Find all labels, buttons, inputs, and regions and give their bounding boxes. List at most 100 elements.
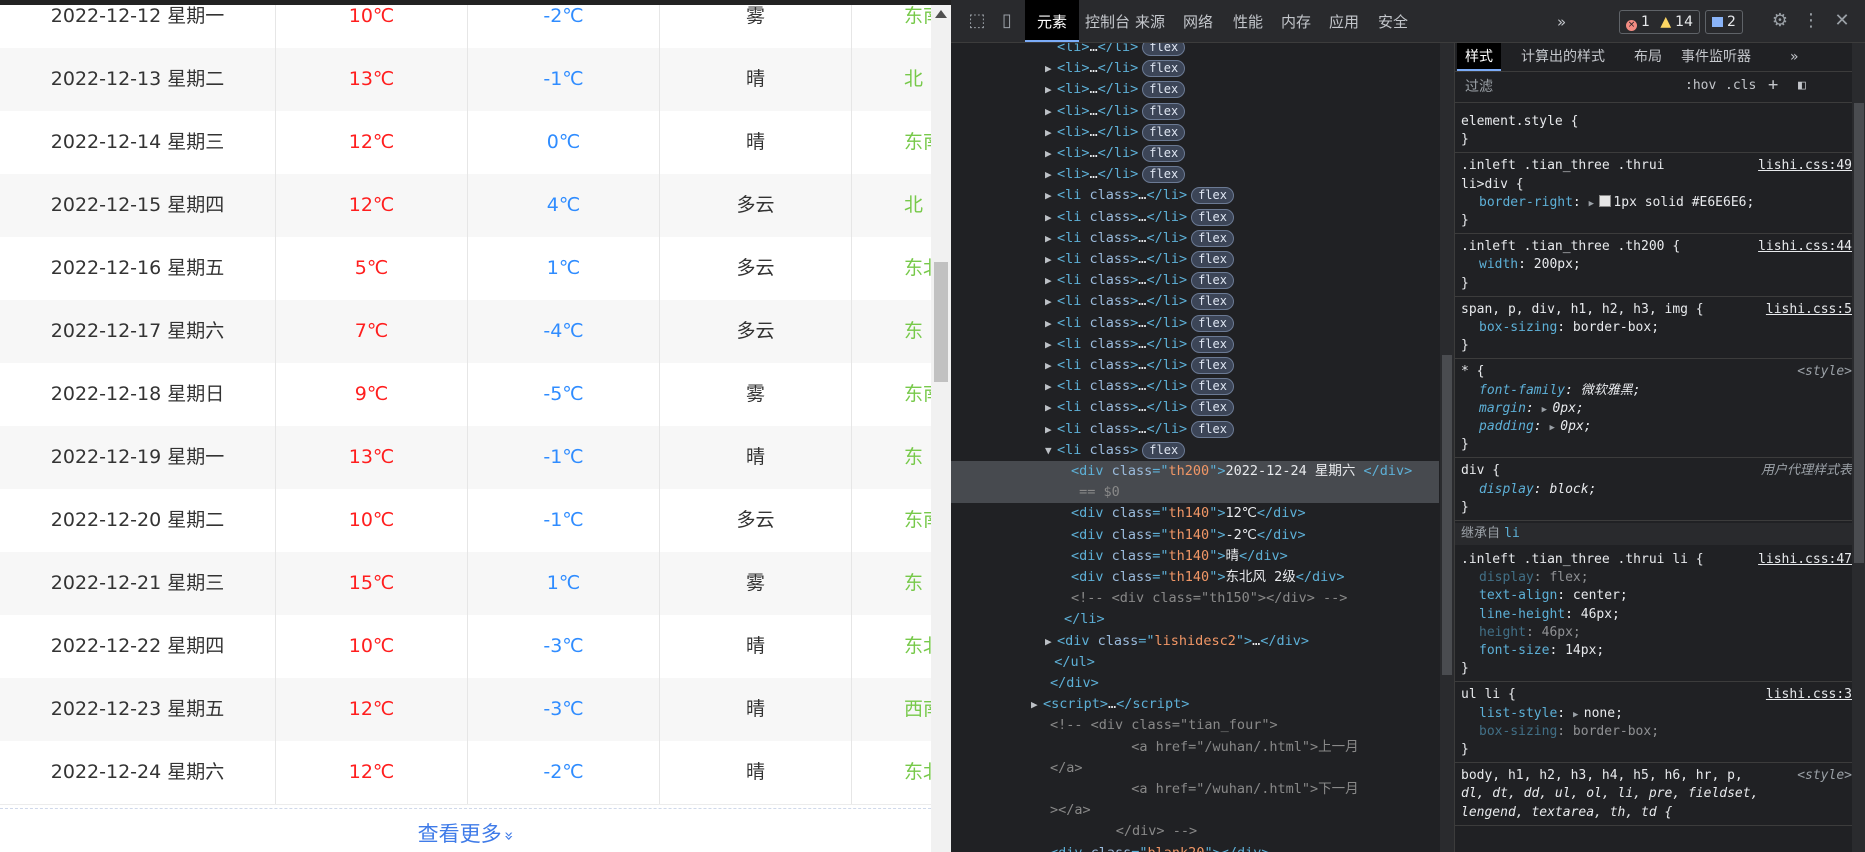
css-declaration[interactable]: box-sizing: border-box; (1455, 723, 1865, 741)
styles-subtab[interactable]: 样式 (1457, 43, 1501, 71)
dom-node-line[interactable]: ▶ <script>…</script> (951, 694, 1439, 715)
dom-node-line[interactable]: ▶ <li class>…</li> flex (951, 376, 1439, 397)
dom-node-line[interactable]: <!-- <div class="tian_four"> (951, 715, 1439, 736)
inspect-icon[interactable]: ⬚ (965, 9, 989, 33)
styles-filter-input[interactable]: 过滤 (1461, 77, 1677, 97)
css-rule-selector[interactable]: * {<style> (1455, 363, 1865, 381)
css-rule-selector[interactable]: div {用户代理样式表 (1455, 462, 1865, 480)
dom-node-line[interactable]: ▶ <div class="lishidesc2">…</div> (951, 631, 1439, 652)
expand-arrow-icon[interactable]: ▶ (1045, 249, 1057, 270)
styles-subtab[interactable]: 计算出的样式 (1513, 43, 1613, 71)
page-scrollbar-thumb[interactable] (934, 262, 948, 382)
expand-arrow-icon[interactable]: ▶ (1045, 334, 1057, 355)
flex-badge[interactable]: flex (1142, 81, 1186, 99)
dom-node-line[interactable]: ▶ <li class>…</li> flex (951, 207, 1439, 228)
css-rule-selector[interactable]: span, p, div, h1, h2, h3, img {lishi.css… (1455, 301, 1865, 319)
styles-more-tabs-icon[interactable]: » (1782, 43, 1807, 71)
expand-arrow-icon[interactable]: ▶ (1045, 376, 1057, 397)
device-toolbar-icon[interactable]: ▯ (995, 9, 1019, 33)
flex-badge[interactable]: flex (1191, 272, 1234, 290)
expand-arrow-icon[interactable]: ▶ (1045, 270, 1057, 291)
dom-tree-scrollbar-thumb[interactable] (1442, 355, 1452, 675)
flex-badge[interactable]: flex (1191, 314, 1234, 332)
flex-badge[interactable]: flex (1142, 60, 1186, 78)
css-declaration[interactable]: text-align: center; (1455, 587, 1865, 605)
css-declaration[interactable]: line-height: 46px; (1455, 606, 1865, 624)
dom-node-line[interactable]: <a href="/wuhan/.html">下一月 (951, 779, 1439, 800)
dom-node-line[interactable]: ▶ <li>…</li> flex (951, 101, 1439, 122)
dom-node-line[interactable]: ▶ <li class>…</li> flex (951, 313, 1439, 334)
css-declaration[interactable]: padding: ▶ 0px; (1455, 418, 1865, 436)
hov-toggle[interactable]: :hov (1685, 78, 1716, 93)
css-declaration[interactable]: list-style: ▶ none; (1455, 705, 1865, 723)
expand-arrow-icon[interactable]: ▶ (1045, 185, 1057, 206)
flex-badge[interactable]: flex (1191, 251, 1234, 268)
flex-badge[interactable]: flex (1142, 123, 1186, 141)
dom-node-line[interactable]: </ul> (951, 652, 1439, 673)
dom-node-line[interactable]: </li> (951, 609, 1439, 630)
css-rule-selector[interactable]: body, h1, h2, h3, h4, h5, h6, hr, p, <sty… (1455, 767, 1865, 785)
css-rule-selector[interactable]: ul li {lishi.css:3 (1455, 686, 1865, 704)
styles-subtab[interactable]: 事件监听器 (1673, 43, 1759, 71)
dom-node-line[interactable]: </a> (951, 758, 1439, 779)
expand-arrow-icon[interactable]: ▶ (1045, 313, 1057, 334)
dom-node-line[interactable]: ▶ <li class>…</li> flex (951, 355, 1439, 376)
flex-badge[interactable]: flex (1191, 420, 1234, 438)
dom-node-line[interactable]: <div class="th140">晴</div> (951, 546, 1439, 567)
dom-node-line[interactable]: <li>…</li> flex (951, 43, 1439, 58)
dom-node-line[interactable]: <div class="th140">-2℃</div> (951, 525, 1439, 546)
css-declaration[interactable]: width: 200px; (1455, 256, 1865, 274)
css-declaration[interactable]: display: flex; (1455, 569, 1865, 587)
dom-node-line[interactable]: <!-- <div class="th150"></div> --> (951, 588, 1439, 609)
flex-badge[interactable]: flex (1191, 357, 1234, 374)
view-more-link[interactable]: 查看更多» (0, 808, 931, 852)
dom-node-line[interactable]: ▶ <li class>…</li> flex (951, 228, 1439, 249)
error-warning-counter[interactable]: × 1 ▲ 14 (1619, 10, 1700, 34)
cls-toggle[interactable]: .cls (1725, 78, 1756, 93)
expand-arrow-icon[interactable]: ▶ (1045, 228, 1057, 249)
devtools-tab[interactable]: 内存 (1269, 0, 1323, 42)
flex-badge[interactable]: flex (1191, 335, 1234, 353)
dom-node-line[interactable]: ▶ <li class>…</li> flex (951, 270, 1439, 291)
dom-node-line[interactable]: <div class="th140">12℃</div> (951, 503, 1439, 524)
css-rule-selector[interactable]: dl, dt, dd, ul, ol, li, pre, fieldset, (1455, 785, 1865, 803)
css-rule-selector[interactable]: .inleft .tian_three .thrui li {lishi.css… (1455, 551, 1865, 569)
dom-node-line[interactable]: == $0 (951, 482, 1439, 504)
expand-arrow-icon[interactable]: ▼ (1045, 440, 1057, 461)
dom-node-line[interactable]: ▶ <li>…</li> flex (951, 79, 1439, 100)
dom-node-line[interactable]: </div> --> (951, 821, 1439, 842)
dom-node-line[interactable]: ▶ <li>…</li> flex (951, 58, 1439, 79)
devtools-tab[interactable]: 来源 (1123, 0, 1177, 42)
css-declaration[interactable]: box-sizing: border-box; (1455, 319, 1865, 337)
css-declaration[interactable]: font-size: 14px; (1455, 642, 1865, 660)
expand-arrow-icon[interactable]: ▶ (1045, 164, 1057, 185)
flex-badge[interactable]: flex (1142, 166, 1186, 184)
gear-icon[interactable]: ⚙ (1768, 9, 1792, 33)
css-rule-selector[interactable]: lengend, textarea, th, td { (1455, 804, 1865, 822)
expand-arrow-icon[interactable]: ▶ (1045, 631, 1057, 652)
dom-node-line[interactable]: </div> (951, 673, 1439, 694)
dom-node-line[interactable]: ▶ <li class>…</li> flex (951, 334, 1439, 355)
css-rule-selector[interactable]: li>div { (1455, 176, 1865, 194)
toggle-sidebar-icon[interactable]: ◧ (1798, 78, 1806, 93)
expand-arrow-icon[interactable]: ▶ (1045, 58, 1057, 79)
scroll-up-arrow-icon[interactable] (935, 10, 947, 18)
flex-badge[interactable]: flex (1191, 399, 1234, 417)
flex-badge[interactable]: flex (1142, 441, 1186, 459)
dom-node-line[interactable]: <div class="th140">东北风 2级</div> (951, 567, 1439, 588)
flex-badge[interactable]: flex (1142, 102, 1186, 120)
expand-arrow-icon[interactable]: ▶ (1045, 207, 1057, 228)
flex-badge[interactable]: flex (1142, 43, 1186, 56)
flex-badge[interactable]: flex (1191, 187, 1234, 205)
dom-node-line[interactable]: <div class="th200">2022-12-24 星期六 </div> (951, 461, 1439, 482)
flex-badge[interactable]: flex (1142, 145, 1186, 162)
expand-arrow-icon[interactable]: ▶ (1045, 397, 1057, 418)
expand-arrow-icon[interactable]: ▶ (1045, 291, 1057, 312)
expand-arrow-icon[interactable]: ▶ (1045, 101, 1057, 122)
dom-node-line[interactable]: ></a> (951, 800, 1439, 821)
css-rule-selector[interactable]: element.style { (1455, 113, 1865, 131)
expand-arrow-icon[interactable]: ▶ (1031, 694, 1043, 715)
expand-arrow-icon[interactable]: ▶ (1045, 122, 1057, 143)
dom-node-line[interactable]: <a href="/wuhan/.html">上一月 (951, 737, 1439, 758)
styles-subtab[interactable]: 布局 (1626, 43, 1670, 71)
